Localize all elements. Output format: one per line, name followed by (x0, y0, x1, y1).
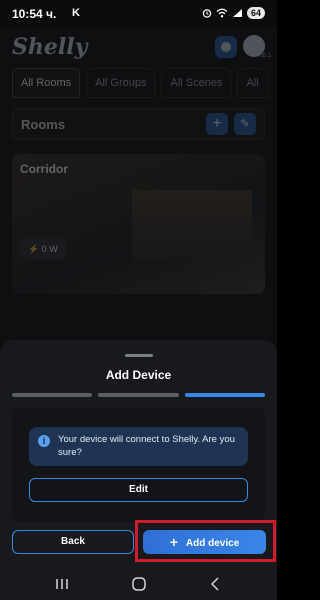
step-3 (184, 393, 265, 397)
plus-icon: + (169, 534, 178, 550)
recent-apps-icon[interactable] (52, 574, 72, 594)
rooms-title: Rooms (21, 117, 66, 132)
add-device-button[interactable]: + Add device (143, 530, 266, 554)
room-card[interactable]: Corridor ⚡ 0 W (12, 154, 265, 294)
info-icon: i (38, 435, 50, 447)
status-bar: 10:54 ч. K 64 (0, 0, 277, 28)
add-room-button[interactable]: + (206, 113, 228, 135)
back-icon[interactable] (206, 574, 226, 594)
notification-icon: K (72, 7, 80, 19)
step-2 (98, 393, 179, 397)
step-1 (12, 393, 93, 397)
add-device-label: Add device (185, 538, 240, 549)
edit-button[interactable]: Edit (29, 478, 248, 502)
room-name: Corridor (20, 162, 68, 176)
step-progress (12, 393, 265, 397)
info-message: i Your device will connect to Shelly. Ar… (29, 427, 248, 466)
add-device-sheet: Add Device i Your device will connect to… (0, 340, 277, 568)
status-time: 10:54 ч. (12, 7, 57, 21)
tab-all-groups[interactable]: All Groups (86, 68, 156, 98)
bell-icon (221, 42, 231, 52)
room-power-badge: ⚡ 0 W (20, 238, 66, 260)
tab-bar: All Rooms All Groups All Scenes All (12, 68, 277, 102)
battery-icon: 64 (246, 7, 265, 19)
home-icon[interactable] (129, 574, 149, 594)
rooms-header: Rooms + ✎ (12, 108, 265, 140)
signal-icon (232, 9, 242, 17)
tab-all-more[interactable]: All (237, 68, 268, 98)
notifications-button[interactable] (215, 36, 237, 58)
status-icons: 64 (202, 7, 265, 19)
shelly-logo: Shelly (12, 34, 88, 60)
room-photo (132, 190, 252, 260)
room-power-value: 0 W (41, 244, 58, 254)
profile-avatar[interactable] (243, 35, 265, 57)
confirm-panel: i Your device will connect to Shelly. Ar… (12, 407, 265, 522)
alarm-icon (202, 9, 212, 18)
tab-all-rooms[interactable]: All Rooms (12, 68, 81, 98)
info-text: Your device will connect to Shelly. Are … (58, 434, 235, 458)
wifi-icon (216, 8, 228, 18)
sheet-drag-handle[interactable] (125, 354, 153, 357)
sheet-title: Add Device (105, 368, 172, 382)
tab-all-scenes[interactable]: All Scenes (161, 68, 232, 98)
navigation-bar (0, 568, 277, 600)
edit-rooms-button[interactable]: ✎ (234, 113, 256, 135)
back-button[interactable]: Back (12, 530, 134, 554)
